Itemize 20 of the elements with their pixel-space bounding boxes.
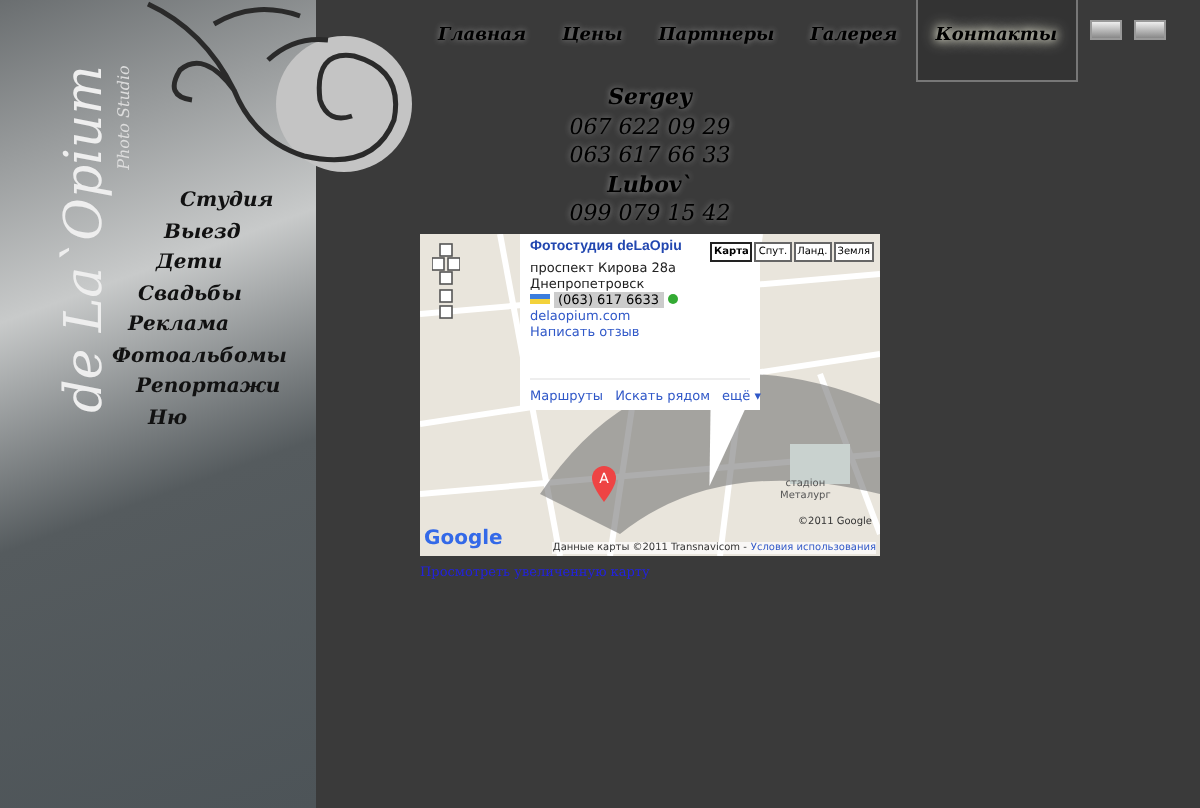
flag-icon[interactable] — [1133, 20, 1166, 40]
phone-number: 063 617 66 33 — [569, 142, 731, 171]
side-menu-item[interactable]: Ню — [148, 405, 287, 432]
side-menu-item[interactable]: Выезд — [164, 219, 287, 246]
flag-icon — [530, 294, 550, 304]
side-menu-item[interactable]: Дети — [156, 250, 287, 277]
flag-icon[interactable] — [1089, 20, 1122, 40]
side-menu-item[interactable]: Свадьбы — [138, 281, 287, 308]
side-menu-item[interactable]: Реклама — [128, 312, 287, 339]
zoom-control-icon[interactable] — [432, 241, 460, 321]
logo-subtitle: Photo Studio — [114, 65, 133, 170]
google-logo: Google — [424, 527, 503, 549]
phone-number: 067 622 09 29 — [569, 113, 731, 142]
side-menu-item[interactable]: Фотоальбомы — [112, 343, 287, 370]
contact-name: Sergey — [608, 84, 692, 113]
side-menu-item[interactable]: Репортажи — [136, 374, 287, 401]
phone-number: 099 079 15 42 — [569, 200, 731, 229]
phone-icon — [667, 294, 678, 304]
contact-name: Lubov` — [607, 171, 693, 200]
side-menu-item[interactable]: Студия — [180, 188, 287, 215]
